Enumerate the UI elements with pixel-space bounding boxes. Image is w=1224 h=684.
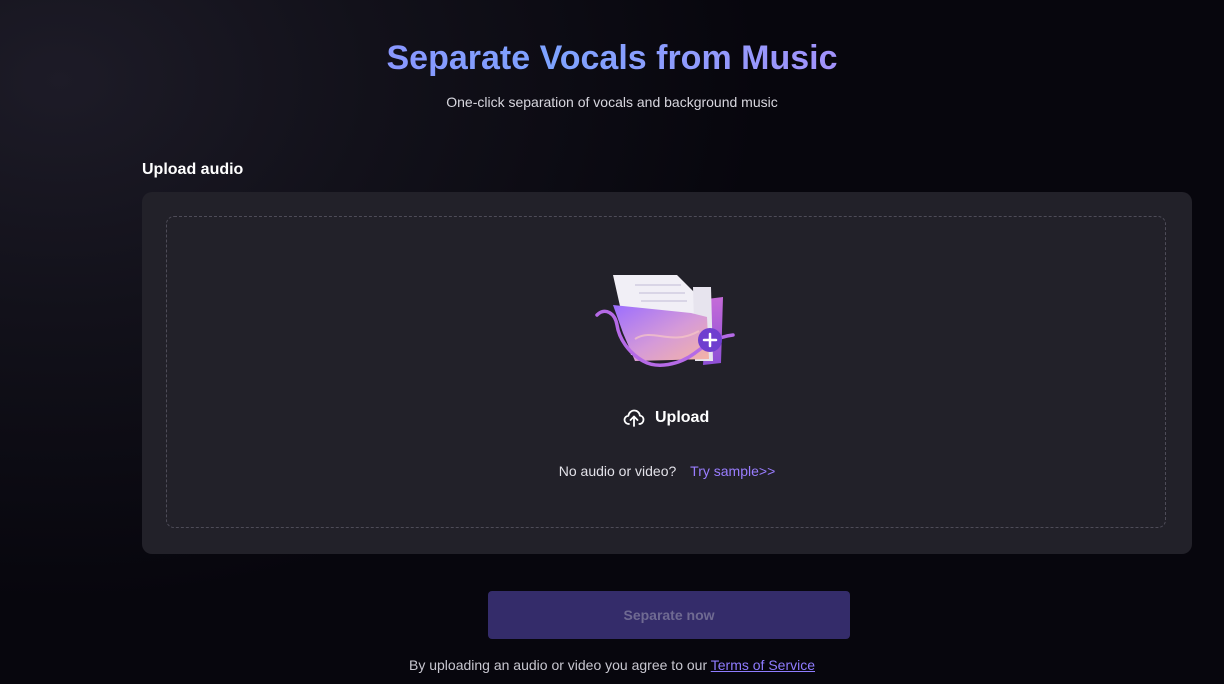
page-subtitle: One-click separation of vocals and backg… [446,94,778,110]
terms-notice-text: By uploading an audio or video you agree… [409,657,711,673]
sample-question: No audio or video? [558,463,677,479]
page-title: Separate Vocals from Music [0,36,1224,80]
cloud-upload-icon [623,409,645,427]
try-sample-link[interactable]: Try sample>> [690,463,775,479]
sample-row: No audio or video? Try sample>> [167,462,1167,480]
upload-button-label: Upload [655,409,710,426]
separate-now-button[interactable]: Separate now [488,591,850,639]
upload-section-label: Upload audio [142,161,244,178]
upload-button[interactable]: Upload [623,406,709,430]
terms-of-service-link[interactable]: Terms of Service [711,657,815,673]
folder-plus-icon [595,275,735,367]
upload-dropzone[interactable]: Upload No audio or video? Try sample>> [166,216,1166,528]
terms-notice: By uploading an audio or video you agree… [0,656,1224,674]
upload-panel: Upload No audio or video? Try sample>> [142,192,1192,554]
